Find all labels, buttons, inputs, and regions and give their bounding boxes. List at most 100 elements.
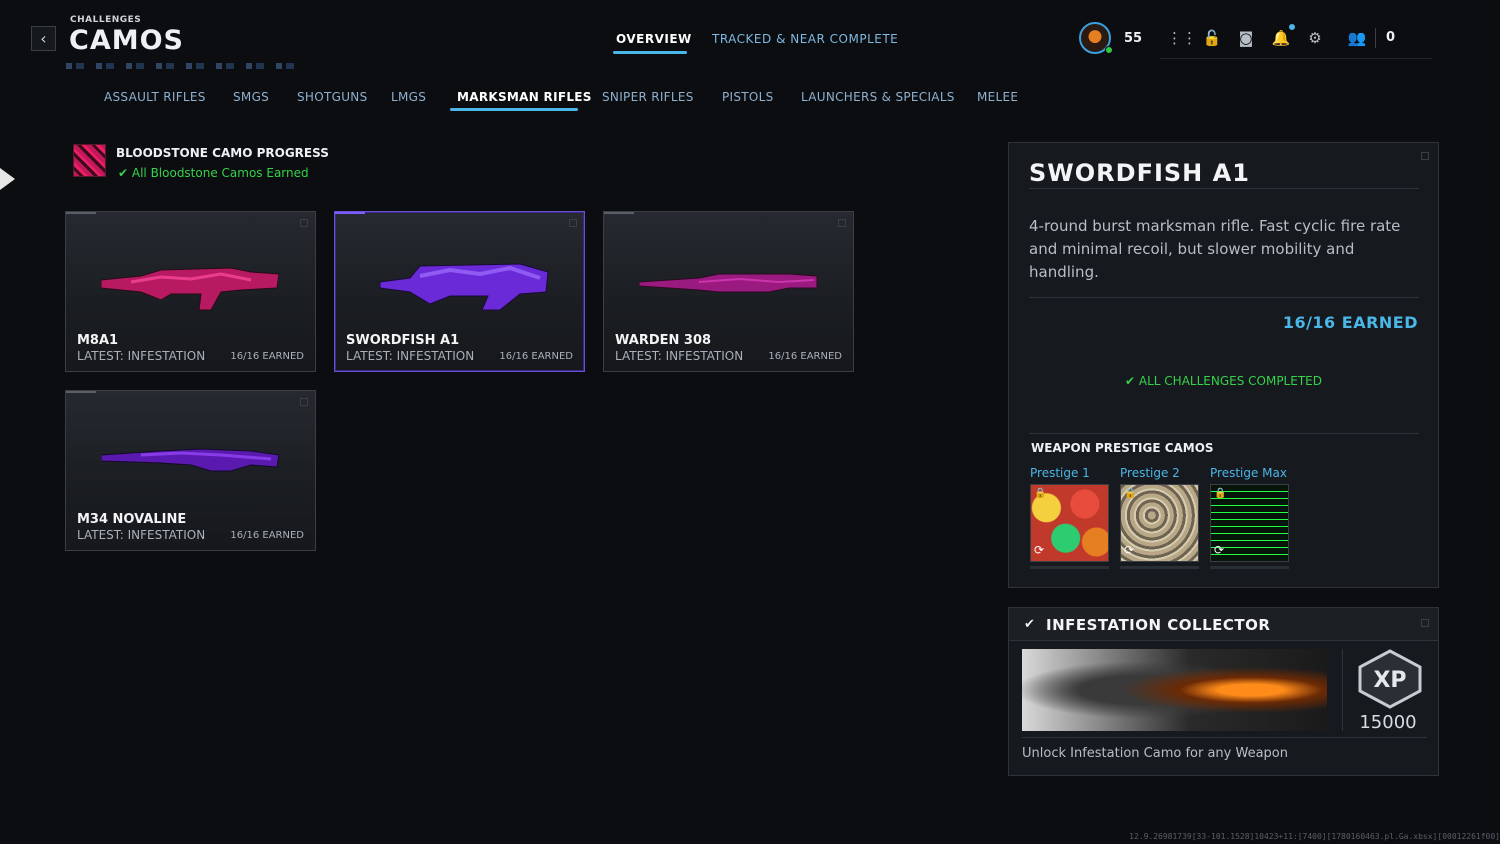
mouse-cursor (0, 168, 15, 190)
challenges-complete-text: ALL CHALLENGES COMPLETED (1138, 374, 1322, 388)
weapon-latest-camo: LATEST: INFESTATION (615, 349, 744, 363)
camo-progress-status-text: All Bloodstone Camos Earned (131, 166, 309, 180)
weapon-image (101, 267, 280, 311)
prestige-badge-icon: ⟳ (1124, 543, 1135, 557)
card-corner-mark (838, 219, 846, 227)
challenges-complete-status: ✔ ALL CHALLENGES COMPLETED (1009, 374, 1438, 388)
tab-pistols[interactable]: PISTOLS (722, 90, 774, 104)
gear-icon[interactable]: ⚙ (1304, 27, 1326, 49)
prestige-max-camo[interactable]: 🔒 ⟳ (1210, 484, 1289, 562)
weapon-name: SWORDFISH A1 (346, 333, 460, 348)
card-corner-mark (300, 398, 308, 406)
xp-badge-label: XP (1373, 668, 1406, 693)
tab-shotguns[interactable]: SHOTGUNS (297, 90, 368, 104)
weapon-earned-count: 16/16 EARNED (230, 530, 304, 541)
prestige-heading: WEAPON PRESTIGE CAMOS (1031, 441, 1214, 455)
prestige-2-progress (1120, 566, 1199, 569)
weapon-name: WARDEN 308 (615, 333, 712, 348)
card-corner-mark (300, 219, 308, 227)
lock-icon: 🔒 (1034, 488, 1047, 499)
build-version-string: 12.9.26981739[33-101.1528]10423+11:[7400… (1129, 832, 1500, 841)
card-accent (66, 391, 96, 393)
weapon-card-m8a1[interactable]: M8A1 LATEST: INFESTATION 16/16 EARNED (65, 211, 316, 372)
weapon-image (379, 263, 549, 311)
notification-dot (1289, 24, 1295, 30)
prestige-badge-icon: ⟳ (1214, 543, 1225, 557)
card-accent (604, 212, 634, 214)
weapon-card-m34-novaline[interactable]: M34 NOVALINE LATEST: INFESTATION 16/16 E… (65, 390, 316, 551)
tab-smgs[interactable]: SMGS (233, 90, 269, 104)
detail-divider (1029, 188, 1419, 189)
detail-earned-count: 16/16 EARNED (1282, 313, 1418, 332)
weapon-latest-camo: LATEST: INFESTATION (77, 528, 206, 542)
party-icon[interactable]: 👥 (1346, 27, 1368, 49)
tab-overview[interactable]: OVERVIEW (616, 32, 692, 46)
challenge-title: INFESTATION COLLECTOR (1046, 616, 1271, 634)
challenge-header: ✔ INFESTATION COLLECTOR (1009, 608, 1438, 641)
prestige-badge-icon: ⟳ (1034, 543, 1045, 557)
panel-corner-mark (1421, 152, 1429, 160)
detail-divider (1029, 297, 1419, 298)
prestige-1-camo[interactable]: 🔒 ⟳ (1030, 484, 1109, 562)
camo-progress-title: BLOODSTONE CAMO PROGRESS (116, 146, 329, 160)
tab-melee[interactable]: MELEE (977, 90, 1018, 104)
weapon-detail-panel: SWORDFISH A1 4-round burst marksman rifl… (1008, 142, 1439, 588)
prestige-max-progress (1210, 566, 1289, 569)
weapon-image (101, 448, 280, 472)
xp-amount: 15000 (1359, 712, 1417, 733)
weapon-card-warden-308[interactable]: WARDEN 308 LATEST: INFESTATION 16/16 EAR… (603, 211, 854, 372)
detail-description: 4-round burst marksman rifle. Fast cycli… (1029, 217, 1401, 281)
tab-launchers-specials[interactable]: LAUNCHERS & SPECIALS (801, 90, 955, 104)
card-corner-mark (569, 219, 577, 227)
breadcrumb: CHALLENGES (70, 15, 142, 25)
check-icon: ✔ (1024, 617, 1035, 632)
header-underline (1160, 58, 1432, 59)
weapon-image (639, 273, 818, 293)
player-level: 55 (1124, 31, 1143, 46)
tab-lmgs[interactable]: LMGS (391, 90, 426, 104)
page-title: CAMOS (69, 25, 184, 56)
tab-sniper-rifles[interactable]: SNIPER RIFLES (602, 90, 694, 104)
gun-body (639, 273, 818, 293)
chevron-left-icon: ‹ (40, 29, 47, 48)
prestige-max-label: Prestige Max (1210, 466, 1287, 480)
card-accent (335, 212, 365, 214)
prestige-1-label: Prestige 1 (1030, 466, 1090, 480)
challenge-panel[interactable]: ✔ INFESTATION COLLECTOR XP 15000 Unlock … (1008, 607, 1439, 776)
weapon-latest-camo: LATEST: INFESTATION (77, 349, 206, 363)
prestige-2-label: Prestige 2 (1120, 466, 1180, 480)
weapon-earned-count: 16/16 EARNED (768, 351, 842, 362)
lock-icon: 🔒 (1124, 488, 1137, 499)
header-divider (1375, 28, 1376, 48)
unlock-icon[interactable]: 🔓 (1201, 27, 1223, 49)
weapon-card-swordfish-a1[interactable]: SWORDFISH A1 LATEST: INFESTATION 16/16 E… (334, 211, 585, 372)
title-decoration (66, 63, 306, 69)
camera-icon[interactable]: ◙ (1235, 27, 1257, 49)
weapon-earned-count: 16/16 EARNED (499, 351, 573, 362)
detail-divider (1029, 433, 1419, 434)
weapon-name: M8A1 (77, 333, 119, 348)
grid-menu-icon[interactable]: ⋮⋮ (1167, 27, 1197, 49)
panel-corner-mark (1421, 619, 1429, 627)
currency-count: 0 (1386, 30, 1396, 45)
tab-marksman-rifles[interactable]: MARKSMAN RIFLES (457, 90, 592, 104)
bell-icon[interactable]: 🔔 (1270, 27, 1292, 49)
challenge-reward-image (1022, 649, 1327, 731)
online-status-dot (1105, 46, 1113, 54)
check-icon: ✔ (1125, 374, 1139, 388)
challenge-description: Unlock Infestation Camo for any Weapon (1022, 746, 1288, 761)
weapon-name: M34 NOVALINE (77, 512, 187, 527)
prestige-2-camo[interactable]: 🔒 ⟳ (1120, 484, 1199, 562)
lock-icon: 🔒 (1214, 488, 1227, 499)
check-icon: ✔ (118, 166, 132, 180)
back-button[interactable]: ‹ (31, 26, 56, 51)
weapon-earned-count: 16/16 EARNED (230, 351, 304, 362)
detail-weapon-name: SWORDFISH A1 (1029, 159, 1250, 187)
tab-assault-rifles[interactable]: ASSAULT RIFLES (104, 90, 206, 104)
tab-tracked-near-complete[interactable]: TRACKED & NEAR COMPLETE (712, 32, 898, 46)
active-category-indicator (450, 108, 578, 111)
prestige-1-progress (1030, 566, 1109, 569)
xp-badge-icon: XP (1358, 649, 1422, 709)
active-tab-indicator (613, 51, 687, 54)
weapon-latest-camo: LATEST: INFESTATION (346, 349, 475, 363)
